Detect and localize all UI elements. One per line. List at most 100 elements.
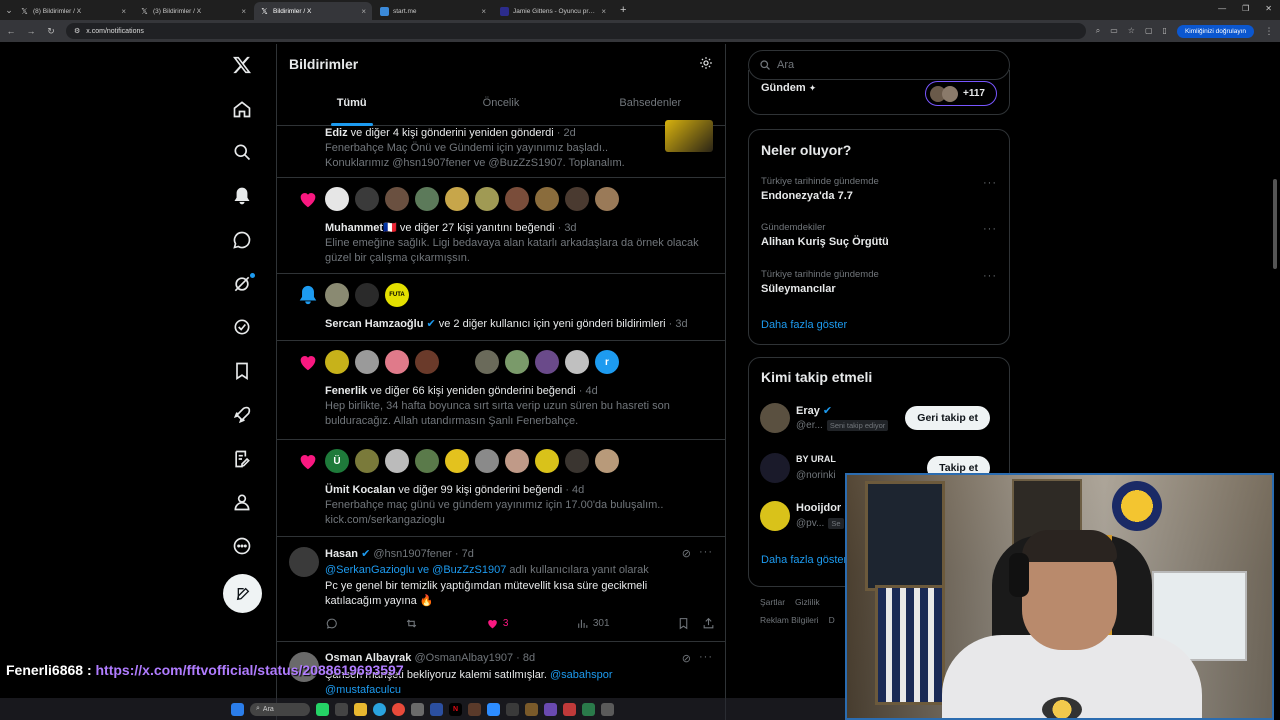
minimize-icon[interactable]: — [1218,4,1226,13]
post-thumbnail[interactable] [665,120,713,152]
avatar[interactable] [355,449,379,473]
verified-orgs-icon[interactable] [222,312,262,342]
close-tab-icon[interactable]: × [481,7,486,16]
app-icon[interactable] [582,702,595,716]
chrome-icon[interactable] [392,702,405,716]
address-bar[interactable]: ⚙ x.com/notifications [66,23,1086,39]
avatar[interactable] [445,449,469,473]
browser-menu-icon[interactable]: ⋮ [1264,26,1274,37]
extensions-icon[interactable]: ▢ [1145,26,1153,36]
avatar[interactable] [445,350,469,374]
avatar[interactable] [505,350,529,374]
follow-suggestion[interactable]: Eray ✔ @er... Seni takip ediyor Geri taki… [760,403,1000,435]
scrollbar-thumb[interactable] [1273,179,1277,269]
avatar[interactable] [535,350,559,374]
close-tab-icon[interactable]: × [601,7,606,16]
avatar[interactable] [415,350,439,374]
articles-icon[interactable] [222,444,262,474]
messages-icon[interactable] [222,225,262,255]
notification-user[interactable]: Fenerlik [325,385,367,397]
app-icon[interactable] [335,702,348,716]
start-menu-icon[interactable] [231,702,244,716]
cast-icon[interactable]: ▭ [1110,26,1118,36]
views-button[interactable]: 301 [576,617,610,630]
telegram-icon[interactable] [373,702,386,716]
avatar[interactable] [289,547,319,577]
notification-item[interactable]: Ediz ve diğer 4 kişi gönderini yeniden g… [277,120,725,178]
settings-gear-icon[interactable] [699,56,713,70]
close-tab-icon[interactable]: × [361,7,366,16]
reply-button[interactable] [325,617,338,630]
avatar[interactable] [565,449,589,473]
futa-avatar[interactable]: FUTA [385,283,409,307]
repost-button[interactable] [405,617,418,630]
avatar[interactable] [415,449,439,473]
app-icon[interactable] [411,702,424,716]
avatar[interactable] [760,501,790,531]
notification-user[interactable]: Muhammet [325,222,383,234]
notifications-bell-icon[interactable] [222,181,262,211]
avatar[interactable] [595,449,619,473]
avatar[interactable] [355,187,379,211]
browser-tab-1[interactable]: 𝕏 (8) Bildirimler / X × [14,2,132,20]
zoom-icon[interactable] [487,702,500,716]
avatar[interactable] [355,350,379,374]
more-footer-link[interactable]: D [829,615,835,625]
home-icon[interactable] [222,94,262,124]
like-button[interactable]: 3 [486,617,508,630]
avatar[interactable] [565,187,589,211]
avatar[interactable] [760,403,790,433]
trend-more-icon[interactable]: ··· [983,223,997,235]
site-info-icon[interactable]: ⚙ [74,27,80,35]
browser-tab-3[interactable]: 𝕏 Bildirimler / X × [254,2,372,20]
avatar[interactable]: r [595,350,619,374]
avatar[interactable] [505,187,529,211]
whatsapp-icon[interactable] [316,702,329,716]
notification-item[interactable]: Muhammet🇫🇷 ve diğer 27 kişi yanıtını beğ… [277,178,725,274]
terms-link[interactable]: Şartlar [760,597,785,607]
notification-item[interactable]: Ü Ümit Kocalan ve diğer 99 kişi gönderin… [277,440,725,537]
more-options-icon[interactable] [222,531,262,561]
app-icon[interactable] [601,702,614,716]
page-scrollbar[interactable] [1272,44,1278,720]
post-author-handle[interactable]: @hsn1907fener [373,548,451,560]
close-window-icon[interactable]: ✕ [1265,4,1272,13]
post-author-name[interactable]: Hasan [325,548,358,560]
tab-all[interactable]: Tümü [277,90,426,126]
folder-icon[interactable] [354,702,367,716]
jobs-rocket-icon[interactable] [222,400,262,430]
search-icon[interactable] [222,137,262,167]
compose-post-button[interactable] [223,574,262,613]
avatar[interactable] [385,449,409,473]
trends-show-more-link[interactable]: Daha fazla göster [761,319,847,331]
avatar[interactable] [445,187,469,211]
avatar[interactable] [355,283,379,307]
reply-post[interactable]: Hasan ✔ @hsn1907fener · 7d ⊘ ··· @Serkan… [277,537,725,642]
bookmarks-icon[interactable] [222,356,262,386]
close-tab-icon[interactable]: × [121,7,126,16]
app-icon[interactable] [525,702,538,716]
avatar[interactable] [505,449,529,473]
app-icon[interactable] [544,702,557,716]
browser-tab-5[interactable]: Jamie Gittens - Oyuncu profili 2 × [494,2,612,20]
avatar[interactable] [760,453,790,483]
follow-back-button[interactable]: Geri takip et [905,406,990,430]
grok-icon[interactable] [222,269,262,299]
x-logo-icon[interactable] [222,50,262,80]
app-icon[interactable] [430,702,443,716]
notification-item[interactable]: r Fenerlik ve diğer 66 kişi yeniden gönd… [277,341,725,440]
reload-icon[interactable]: ↻ [46,26,56,37]
avatar[interactable] [475,449,499,473]
notification-user[interactable]: Sercan Hamzaoğlu [325,318,423,330]
user-name[interactable]: Eray [796,405,820,417]
avatar[interactable] [415,187,439,211]
avatar[interactable]: Ü [325,449,349,473]
notification-item[interactable]: FUTA Sercan Hamzaoğlu ✔ ve 2 diğer kulla… [277,274,725,341]
new-tab-icon[interactable]: + [614,4,632,16]
follow-show-more-link[interactable]: Daha fazla göster [761,554,847,566]
netflix-icon[interactable]: N [449,702,462,716]
app-icon[interactable] [563,702,576,716]
sidebar-icon[interactable]: ▯ [1163,26,1167,36]
avatar[interactable] [595,187,619,211]
user-name[interactable]: Hooijdor [796,502,841,514]
